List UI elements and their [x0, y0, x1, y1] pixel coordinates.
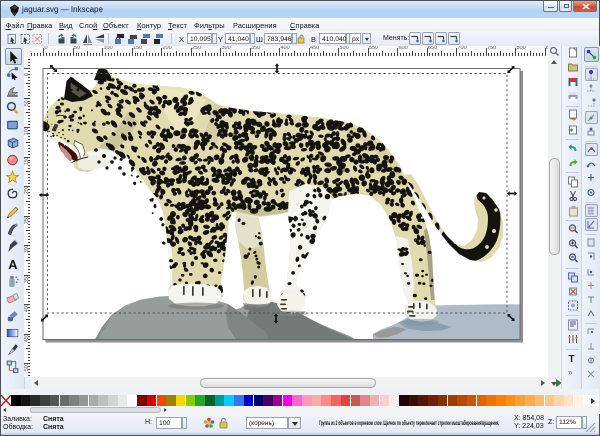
svg-text:T: T: [569, 354, 575, 364]
svg-text:A: A: [8, 256, 17, 270]
